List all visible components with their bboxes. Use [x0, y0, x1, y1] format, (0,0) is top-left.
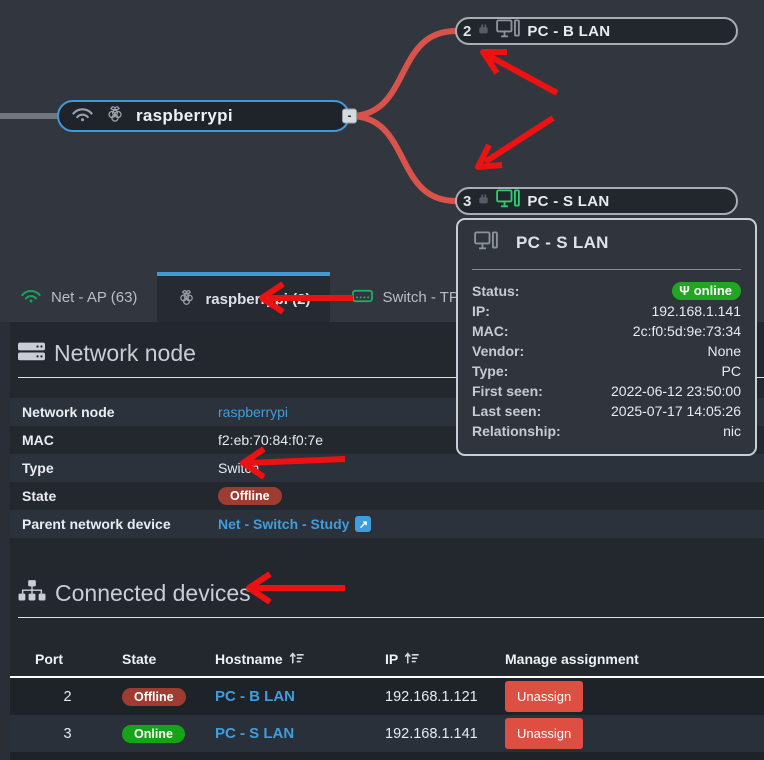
- ip-cell: 192.168.1.121: [385, 689, 505, 705]
- row-value: 192.168.1.141: [651, 303, 741, 319]
- row-value: 2025-07-17 14:05:26: [611, 403, 741, 419]
- section-title: Network node: [54, 340, 196, 367]
- row-label: Last seen:: [472, 403, 541, 419]
- row-label: Status:: [472, 283, 519, 299]
- node-label: PC - S LAN: [527, 193, 609, 210]
- status-badge: Offline: [218, 487, 282, 505]
- row-label: First seen:: [472, 383, 543, 399]
- unassign-button[interactable]: Unassign: [505, 681, 583, 712]
- ip-cell: 192.168.1.141: [385, 726, 505, 742]
- node-pc-b-lan[interactable]: 2 PC - B LAN: [455, 17, 738, 45]
- raspberrypi-icon: [105, 104, 125, 129]
- hostname-link[interactable]: PC - B LAN: [215, 688, 385, 705]
- row-value: PC: [722, 363, 741, 379]
- row-value: None: [708, 343, 741, 359]
- col-hostname: Hostname: [215, 651, 283, 667]
- tooltip-title: PC - S LAN: [516, 233, 609, 253]
- wifi-icon: [71, 106, 94, 127]
- tooltip-row: Last seen: 2025-07-17 14:05:26: [472, 401, 741, 421]
- section-title: Connected devices: [55, 580, 251, 607]
- port-plug-icon: [478, 192, 489, 210]
- port-number: 2: [463, 23, 471, 40]
- table-row: 3 Online PC - S LAN 192.168.1.141 Unassi…: [10, 715, 764, 752]
- row-label: Network node: [22, 404, 218, 420]
- tooltip-row: Relationship: nic: [472, 421, 741, 441]
- raspberrypi-icon: [177, 288, 196, 311]
- sort-icon[interactable]: [404, 651, 419, 668]
- tab-label: Net - AP (63): [51, 289, 137, 306]
- tooltip-row: Type: PC: [472, 361, 741, 381]
- wire-to-pc-s: [350, 116, 456, 201]
- table-row: Parent network device Net - Switch - Stu…: [10, 510, 764, 538]
- connected-devices-table: Port State Hostname IP: [10, 642, 764, 760]
- table-header-row: Port State Hostname IP: [10, 642, 764, 678]
- status-badge: Online: [122, 725, 185, 743]
- row-label: IP:: [472, 303, 490, 319]
- node-pc-s-lan[interactable]: 3 PC - S LAN: [455, 187, 738, 215]
- sitemap-icon: [18, 580, 46, 607]
- node-label: PC - B LAN: [527, 23, 610, 40]
- port-number: 3: [463, 193, 471, 210]
- row-label: MAC: [22, 432, 218, 448]
- tab-raspberrypi[interactable]: raspberrypi (2): [157, 272, 330, 322]
- col-port: Port: [35, 651, 122, 667]
- port-cell: 2: [35, 689, 100, 705]
- row-label: State: [22, 488, 218, 504]
- status-badge: Offline: [122, 688, 186, 706]
- switch-icon: [352, 287, 373, 307]
- row-label: Vendor:: [472, 343, 524, 359]
- table-row: State Offline: [10, 482, 764, 510]
- row-label: Relationship:: [472, 423, 561, 439]
- divider: [18, 617, 764, 618]
- tab-net-ap[interactable]: Net - AP (63): [0, 272, 157, 322]
- row-value: 2022-06-12 23:50:00: [611, 383, 741, 399]
- connected-devices-header: Connected devices: [10, 578, 764, 608]
- col-ip: IP: [385, 651, 398, 667]
- tooltip-rows: Status: Ψ online IP: 192.168.1.141 MAC: …: [472, 281, 741, 441]
- table-row-strip: [10, 752, 764, 760]
- tab-label: raspberrypi (2): [205, 291, 310, 308]
- port-plug-icon: [478, 22, 489, 40]
- node-raspberrypi[interactable]: raspberrypi -: [57, 100, 350, 132]
- tooltip-title-row: PC - S LAN: [472, 231, 741, 255]
- tooltip-row: IP: 192.168.1.141: [472, 301, 741, 321]
- row-label: Parent network device: [22, 516, 218, 532]
- tooltip-row: MAC: 2c:f0:5d:9e:73:34: [472, 321, 741, 341]
- col-state: State: [122, 651, 215, 667]
- device-tooltip: PC - S LAN Status: Ψ online IP: 192.168.…: [456, 218, 757, 456]
- type-value: Switch: [218, 460, 764, 476]
- plug-icon: Ψ: [679, 283, 690, 298]
- collapse-node-button[interactable]: -: [342, 109, 357, 124]
- pc-icon: [474, 231, 498, 255]
- row-label: Type:: [472, 363, 508, 379]
- pc-icon: [496, 19, 520, 43]
- parent-device-link[interactable]: Net - Switch - Study: [218, 516, 349, 532]
- row-value: 2c:f0:5d:9e:73:34: [633, 323, 741, 339]
- status-value: online: [694, 283, 732, 298]
- row-label: MAC:: [472, 323, 509, 339]
- wifi-icon: [20, 288, 42, 307]
- server-icon: [18, 340, 45, 367]
- hostname-link[interactable]: PC - S LAN: [215, 725, 385, 742]
- page: raspberrypi - 2 PC - B LAN 3: [0, 0, 764, 760]
- wire-to-pc-b: [350, 31, 456, 116]
- table-row: Type Switch: [10, 454, 764, 482]
- relationship-value: nic: [723, 423, 741, 439]
- col-manage: Manage assignment: [505, 651, 764, 667]
- pc-icon: [496, 189, 520, 213]
- divider: [472, 269, 741, 270]
- row-label: Type: [22, 460, 218, 476]
- tooltip-row: First seen: 2022-06-12 23:50:00: [472, 381, 741, 401]
- tooltip-row: Status: Ψ online: [472, 281, 741, 301]
- external-link-icon[interactable]: ↗: [355, 516, 371, 532]
- node-label: raspberrypi: [136, 106, 233, 126]
- port-cell: 3: [35, 726, 100, 742]
- unassign-button[interactable]: Unassign: [505, 718, 583, 749]
- online-badge: Ψ online: [672, 282, 741, 300]
- sort-icon[interactable]: [289, 651, 304, 668]
- tooltip-row: Vendor: None: [472, 341, 741, 361]
- table-row: 2 Offline PC - B LAN 192.168.1.121 Unass…: [10, 678, 764, 715]
